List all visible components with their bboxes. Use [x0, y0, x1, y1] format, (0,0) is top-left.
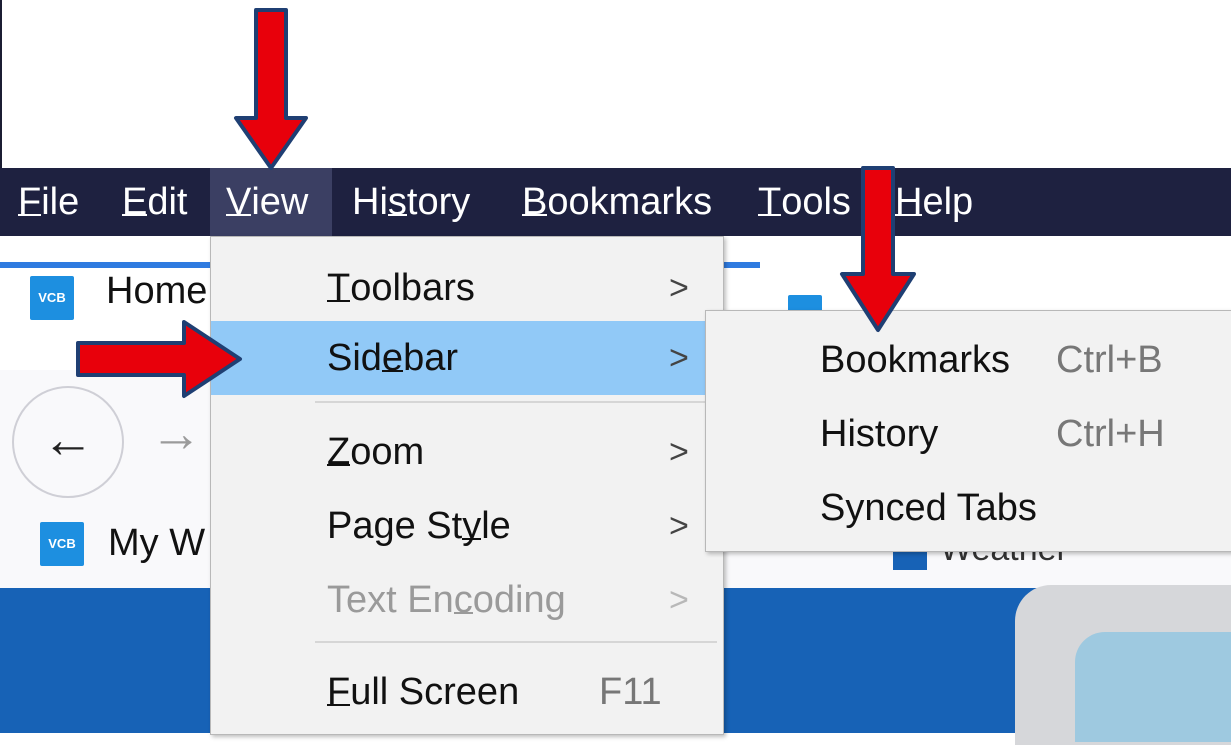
view-menu-toolbars-label: Toolbars	[327, 267, 475, 309]
menu-file-label: File	[18, 181, 80, 223]
menu-bar: File Edit View History Bookmarks Tools H…	[0, 168, 1231, 236]
tab-title: Home	[106, 270, 208, 312]
content-card-image	[1075, 632, 1231, 742]
menu-separator	[315, 641, 717, 643]
window-edge	[0, 0, 2, 168]
full-screen-shortcut: F11	[599, 671, 662, 713]
view-menu-page-style-label: Page Style	[327, 505, 511, 547]
sidebar-history-shortcut: Ctrl+H	[1056, 413, 1165, 455]
chevron-right-icon: >	[669, 507, 689, 545]
sidebar-submenu-bookmarks[interactable]: Bookmarks Ctrl+B	[706, 325, 1231, 395]
view-menu-zoom[interactable]: Zoom >	[211, 415, 723, 489]
right-arrow-annotation-sidebar	[76, 320, 242, 398]
view-menu-zoom-label: Zoom	[327, 431, 425, 473]
vcb-favicon: VCB	[30, 276, 74, 320]
forward-button[interactable]: →	[150, 404, 202, 464]
menu-view[interactable]: View	[210, 168, 332, 236]
sidebar-history-label: History	[820, 413, 939, 455]
down-arrow-annotation-bookmarks	[840, 166, 916, 332]
menu-bookmarks-label: Bookmarks	[522, 181, 713, 223]
sidebar-submenu: Bookmarks Ctrl+B History Ctrl+H Synced T…	[705, 310, 1231, 552]
menu-history-label: History	[352, 181, 471, 223]
chevron-right-icon: >	[669, 581, 689, 619]
view-menu-toolbars[interactable]: Toolbars >	[211, 251, 723, 325]
view-menu-full-screen[interactable]: Full Screen F11	[211, 655, 723, 729]
menu-edit-label: Edit	[122, 181, 188, 223]
view-menu-sidebar-label: Sidebar	[327, 337, 458, 379]
chevron-right-icon: >	[669, 339, 689, 377]
view-menu-dropdown: Toolbars > Sidebar > Zoom > Page Style >…	[210, 236, 724, 735]
view-menu-full-screen-label: Full Screen	[327, 671, 520, 713]
view-menu-sidebar[interactable]: Sidebar >	[211, 321, 723, 395]
chevron-right-icon: >	[669, 433, 689, 471]
menu-separator	[315, 401, 717, 403]
chevron-right-icon: >	[669, 269, 689, 307]
menu-tools-label: Tools	[758, 181, 851, 223]
sidebar-submenu-history[interactable]: History Ctrl+H	[706, 399, 1231, 469]
back-arrow-icon: ←	[42, 411, 94, 469]
sidebar-synced-tabs-label: Synced Tabs	[820, 487, 1037, 529]
menu-view-label: View	[226, 181, 309, 223]
view-menu-page-style[interactable]: Page Style >	[211, 489, 723, 563]
back-button[interactable]: ←	[12, 386, 124, 498]
menu-tools[interactable]: Tools	[758, 168, 851, 236]
menu-bookmarks[interactable]: Bookmarks	[522, 168, 712, 236]
view-menu-text-encoding-label: Text Encoding	[327, 579, 566, 621]
menu-history[interactable]: History	[352, 168, 470, 236]
bookmark-my-w[interactable]: My W	[108, 522, 205, 565]
view-menu-text-encoding: Text Encoding >	[211, 563, 723, 637]
menu-edit[interactable]: Edit	[122, 168, 188, 236]
forward-arrow-icon: →	[150, 405, 202, 463]
down-arrow-annotation-view	[234, 8, 308, 170]
vcb-bookmark-favicon: VCB	[40, 522, 84, 566]
menu-file[interactable]: File	[18, 168, 79, 236]
sidebar-submenu-synced-tabs[interactable]: Synced Tabs	[706, 473, 1231, 543]
sidebar-bookmarks-shortcut: Ctrl+B	[1056, 339, 1163, 381]
